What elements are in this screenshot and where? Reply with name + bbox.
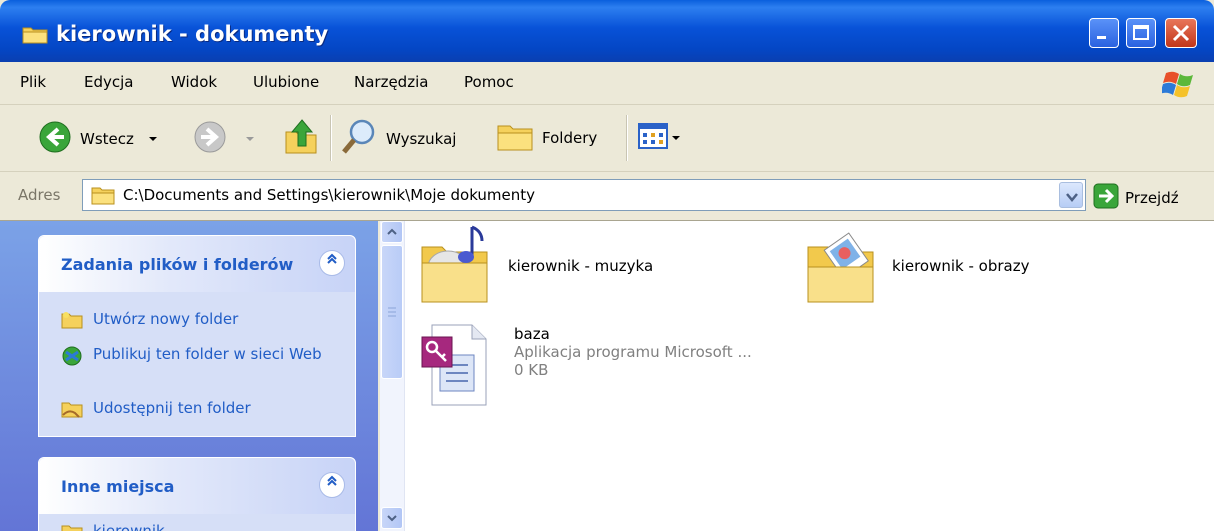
share-folder-icon [61, 399, 83, 423]
address-dropdown-button[interactable] [1059, 182, 1083, 208]
back-arrow-icon [38, 120, 72, 158]
explorer-window: kierownik - dokumenty Plik Edycja Widok … [0, 0, 1214, 531]
chevron-down-icon[interactable] [148, 132, 158, 147]
chevron-down-icon [387, 511, 397, 525]
go-label: Przejdź [1125, 189, 1179, 207]
task-pane: Zadania plików i folderów Utwórz nowy fo… [0, 221, 378, 531]
window-title: kierownik - dokumenty [56, 22, 329, 46]
collapse-button[interactable] [319, 472, 345, 498]
chevron-down-icon[interactable] [245, 132, 255, 147]
chevron-down-icon [1066, 191, 1078, 206]
views-button[interactable] [638, 123, 681, 153]
folder-icon [22, 24, 48, 48]
menu-help[interactable]: Pomoc [464, 73, 514, 91]
task-label: Utwórz nowy folder [93, 310, 239, 328]
back-label: Wstecz [80, 130, 134, 148]
other-places-title: Inne miejsca [61, 477, 175, 496]
scroll-down-button[interactable] [381, 507, 403, 529]
task-label: Udostępnij ten folder [93, 399, 251, 417]
file-tasks-panel: Zadania plików i folderów Utwórz nowy fo… [38, 235, 356, 437]
menu-edit[interactable]: Edycja [84, 73, 133, 91]
menu-tools[interactable]: Narzędzia [354, 73, 428, 91]
address-input[interactable]: C:\Documents and Settings\kierownik\Moje… [82, 179, 1086, 211]
file-name: kierownik - muzyka [508, 257, 654, 275]
place-kierownik[interactable]: kierownik [61, 522, 323, 531]
file-tasks-title: Zadania plików i folderów [61, 255, 294, 274]
back-button[interactable]: Wstecz [38, 120, 158, 158]
up-folder-icon [284, 118, 320, 160]
folders-icon [496, 118, 534, 158]
views-icon [638, 123, 668, 153]
folders-label: Foldery [542, 129, 598, 147]
pictures-folder-icon [804, 221, 882, 311]
vertical-scrollbar[interactable] [380, 221, 405, 531]
other-places-panel: Inne miejsca kierownik [38, 457, 356, 531]
address-bar: Adres C:\Documents and Settings\kierowni… [0, 172, 1214, 221]
task-publish-web[interactable]: Publikuj ten folder w sieci Web [61, 345, 323, 371]
search-button[interactable]: Wyszukaj [340, 118, 456, 160]
file-tasks-header[interactable]: Zadania plików i folderów [39, 236, 355, 292]
globe-icon [61, 345, 83, 371]
title-bar[interactable]: kierownik - dokumenty [0, 0, 1214, 62]
access-database-icon [420, 323, 498, 411]
menu-favorites[interactable]: Ulubione [253, 73, 319, 91]
go-button[interactable]: Przejdź [1093, 183, 1179, 213]
task-new-folder[interactable]: Utwórz nowy folder [61, 310, 323, 334]
chevron-up-double-icon [326, 253, 338, 269]
chevron-down-icon[interactable] [671, 131, 681, 146]
menu-bar: Plik Edycja Widok Ulubione Narzędzia Pom… [0, 62, 1214, 105]
toolbar: Wstecz Wyszukaj Foldery [0, 105, 1214, 172]
task-share-folder[interactable]: Udostępnij ten folder [61, 399, 323, 423]
up-folder-button[interactable] [284, 118, 320, 160]
file-name: kierownik - obrazy [892, 257, 1030, 275]
folder-icon [61, 522, 83, 531]
menu-view[interactable]: Widok [171, 73, 217, 91]
search-label: Wyszukaj [386, 130, 457, 148]
music-folder-icon [418, 221, 496, 311]
file-type: Aplikacja programu Microsoft ... [514, 343, 752, 361]
file-details: baza Aplikacja programu Microsoft ... 0 … [514, 325, 752, 411]
file-item-music[interactable]: kierownik - muzyka [418, 221, 653, 311]
close-button[interactable] [1165, 18, 1197, 48]
go-arrow-icon [1093, 183, 1119, 213]
forward-button[interactable] [193, 120, 255, 158]
toolbar-separator [626, 115, 628, 161]
file-list: kierownik - muzyka kierownik - obrazy ba… [380, 221, 1214, 531]
windows-logo-icon [1160, 67, 1198, 103]
new-folder-icon [61, 310, 83, 334]
address-label: Adres [18, 186, 61, 204]
menu-file[interactable]: Plik [20, 73, 46, 91]
minimize-button[interactable] [1089, 18, 1119, 48]
file-name: baza [514, 325, 550, 343]
forward-arrow-icon [193, 120, 227, 158]
file-item-pictures[interactable]: kierownik - obrazy [804, 221, 1029, 311]
file-item-database[interactable]: baza Aplikacja programu Microsoft ... 0 … [420, 323, 752, 411]
file-size: 0 KB [514, 361, 549, 379]
task-label: Publikuj ten folder w sieci Web [93, 345, 322, 363]
folders-button[interactable]: Foldery [496, 118, 597, 158]
chevron-up-double-icon [326, 475, 338, 491]
chevron-up-icon [387, 225, 397, 239]
collapse-button[interactable] [319, 250, 345, 276]
place-label: kierownik [93, 522, 165, 531]
address-path: C:\Documents and Settings\kierownik\Moje… [123, 186, 536, 204]
scroll-thumb[interactable] [381, 245, 403, 379]
toolbar-separator [330, 115, 332, 161]
scroll-up-button[interactable] [381, 221, 403, 243]
folder-icon [91, 185, 115, 209]
other-places-header[interactable]: Inne miejsca [39, 458, 355, 514]
maximize-button[interactable] [1126, 18, 1156, 48]
search-icon [340, 118, 378, 160]
